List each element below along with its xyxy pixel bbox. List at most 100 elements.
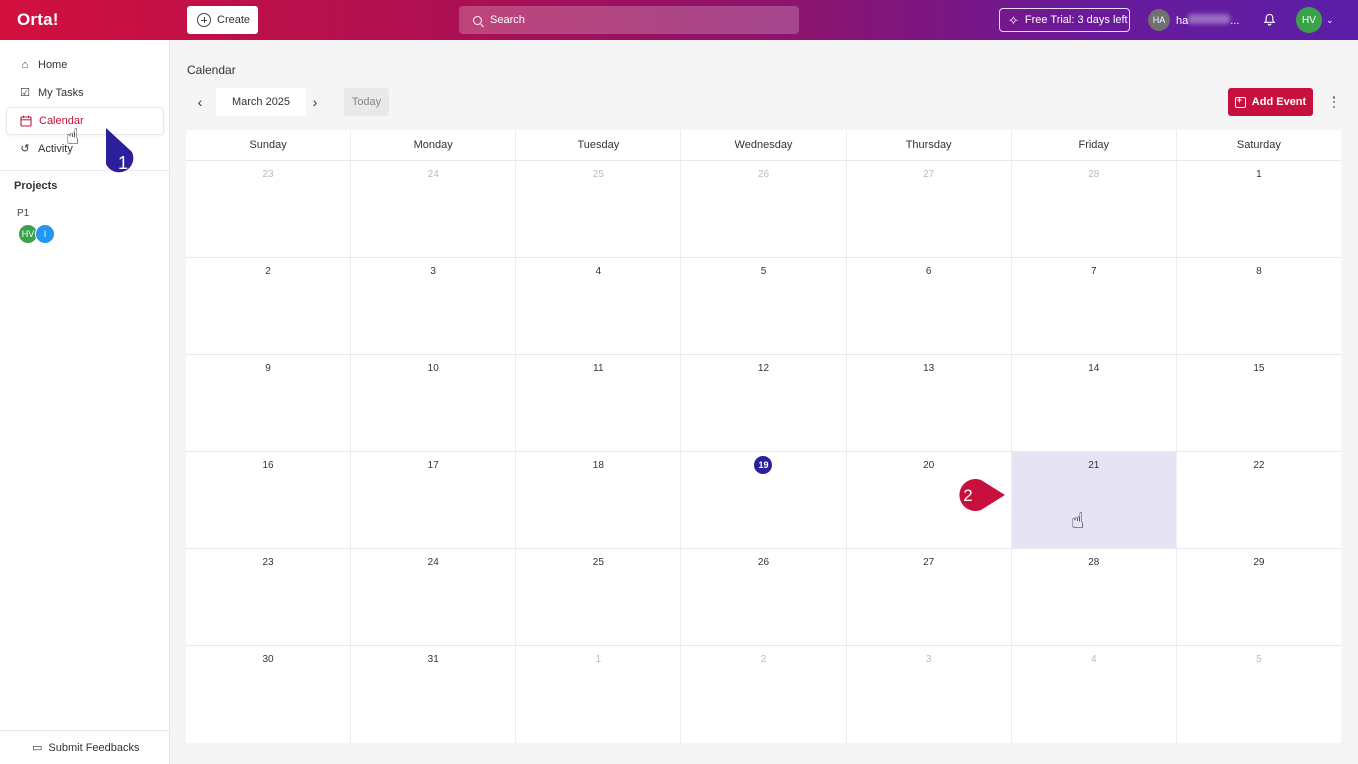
calendar-day-cell[interactable]: 17 — [351, 452, 517, 548]
calendar-day-cell[interactable]: 9 — [186, 355, 352, 451]
calendar-day-cell[interactable]: 28 — [1012, 161, 1177, 257]
today-button[interactable]: Today — [344, 88, 389, 116]
calendar-day-cell[interactable]: 24 — [351, 549, 517, 645]
day-number: 10 — [427, 363, 439, 374]
submit-feedback-button[interactable]: ▭ Submit Feedbacks — [0, 730, 169, 764]
calendar-day-cell[interactable]: 29 — [1177, 549, 1341, 645]
user-name: ha... — [1176, 13, 1240, 27]
day-number: 1 — [1256, 169, 1262, 180]
calendar-week: 30 31 1 2 3 4 5 — [186, 646, 1341, 743]
calendar-day-cell[interactable]: 13 — [847, 355, 1012, 451]
day-number: 11 — [593, 363, 604, 374]
page-title: Calendar — [187, 63, 236, 77]
calendar-day-cell[interactable]: 28 — [1012, 549, 1177, 645]
calendar-day-cell[interactable]: 2 — [186, 258, 352, 354]
month-label[interactable]: March 2025 — [216, 88, 306, 116]
calendar-day-cell[interactable]: 4 — [1012, 646, 1177, 743]
day-number: 23 — [262, 557, 274, 568]
weekday-friday: Friday — [1012, 130, 1177, 160]
calendar-day-cell[interactable]: 26 — [681, 161, 847, 257]
day-number: 6 — [925, 266, 932, 277]
day-number: 5 — [760, 266, 767, 277]
more-options-icon[interactable] — [1329, 94, 1339, 110]
day-number: 2 — [265, 266, 271, 277]
calendar-day-cell[interactable]: 27 — [847, 161, 1012, 257]
calendar-day-cell[interactable]: 15 — [1177, 355, 1341, 451]
day-number: 14 — [1088, 363, 1100, 374]
calendar-day-cell[interactable]: 3 — [351, 258, 517, 354]
day-number: 5 — [1256, 654, 1262, 665]
top-bar: Orta! Create Search ✧ Free Trial: 3 days… — [0, 0, 1358, 40]
calendar-day-cell[interactable]: 31 — [351, 646, 517, 743]
calendar-day-cell[interactable]: 4 — [516, 258, 682, 354]
calendar-week: 23 24 25 26 27 28 29 — [186, 549, 1341, 646]
day-number: 29 — [1253, 557, 1265, 568]
calendar-day-cell[interactable]: 12 — [681, 355, 847, 451]
profile-menu[interactable]: HV ⌄ — [1296, 7, 1334, 33]
calendar-day-cell[interactable]: 5 — [681, 258, 847, 354]
calendar-day-cell[interactable]: 14 — [1012, 355, 1177, 451]
calendar-day-cell[interactable]: 2 — [681, 646, 847, 743]
sidebar-item-my-tasks[interactable]: ☑ My Tasks — [6, 79, 164, 107]
calendar-day-cell[interactable]: 6 — [847, 258, 1012, 354]
calendar-day-cell[interactable]: 30 — [186, 646, 352, 743]
calendar-day-cell[interactable]: 16 — [186, 452, 352, 548]
day-number: 22 — [1253, 460, 1265, 471]
calendar-day-cell[interactable]: 26 — [681, 549, 847, 645]
hand-cursor-icon: ☝ — [66, 124, 80, 149]
previous-month-button[interactable]: ‹ — [192, 94, 208, 110]
day-number: 7 — [1090, 266, 1097, 277]
day-number: 25 — [592, 557, 604, 568]
day-number: 26 — [757, 169, 770, 180]
add-event-button[interactable]: Add Event — [1228, 88, 1313, 116]
calendar-plus-icon — [1234, 95, 1246, 108]
app-logo[interactable]: Orta! — [17, 10, 59, 30]
calendar-day-cell[interactable]: 25 — [516, 161, 682, 257]
calendar-day-cell[interactable]: 8 — [1177, 258, 1341, 354]
sidebar: ⌂ Home ☑ My Tasks Calendar ↺ Activity Pr… — [0, 40, 170, 764]
avatar: HV — [1296, 7, 1322, 33]
calendar-day-cell[interactable]: 22 — [1177, 452, 1341, 548]
weekday-tuesday: Tuesday — [516, 130, 682, 160]
day-number: 12 — [757, 363, 770, 374]
day-number: 8 — [1256, 266, 1262, 277]
day-number: 17 — [427, 460, 439, 471]
step-marker-2: 2 — [959, 479, 1005, 511]
calendar-day-cell[interactable]: 3 — [847, 646, 1012, 743]
day-number: 15 — [1253, 363, 1265, 374]
user-avatar-ha: HA — [1148, 9, 1170, 31]
calendar-day-cell[interactable]: 23 — [186, 161, 352, 257]
calendar-day-cell[interactable]: 18 — [516, 452, 682, 548]
home-icon: ⌂ — [21, 58, 29, 71]
search-input[interactable]: Search — [459, 6, 799, 34]
calendar-day-cell[interactable]: 10 — [351, 355, 517, 451]
sidebar-item-label: Home — [38, 59, 68, 71]
next-month-button[interactable]: › — [307, 94, 323, 110]
calendar-day-cell[interactable]: 23 — [186, 549, 352, 645]
calendar-day-cell[interactable]: 24 — [351, 161, 517, 257]
calendar-day-cell[interactable]: 1 — [1177, 161, 1341, 257]
sidebar-item-home[interactable]: ⌂ Home — [6, 51, 164, 79]
calendar-week: 2 3 4 5 6 7 8 — [186, 258, 1341, 355]
chevron-left-icon: ‹ — [197, 94, 203, 110]
calendar-day-cell[interactable]: 27 — [847, 549, 1012, 645]
day-number: 1 — [595, 654, 602, 665]
calendar-day-cell[interactable]: 11 — [516, 355, 682, 451]
plus-circle-icon — [197, 13, 211, 27]
calendar-day-cell[interactable]: 21 — [1011, 452, 1177, 548]
day-number: 25 — [592, 169, 604, 180]
calendar-day-cell[interactable]: 1 — [516, 646, 682, 743]
free-trial-button[interactable]: ✧ Free Trial: 3 days left — [999, 8, 1130, 32]
create-button[interactable]: Create — [187, 6, 258, 34]
calendar-weeks: 23 24 25 26 27 28 1 2 3 4 5 6 7 8 9 10 11 12 13 14 15 16 17 18 1… — [186, 161, 1341, 743]
calendar-day-cell[interactable]: 5 — [1177, 646, 1341, 743]
notification-bell-icon[interactable] — [1263, 13, 1276, 26]
project-item-p1[interactable]: P1 — [17, 208, 29, 219]
projects-heading: Projects — [14, 180, 58, 192]
calendar-day-cell[interactable]: 25 — [516, 549, 682, 645]
workspace-user-menu[interactable]: HA ha... — [1148, 8, 1239, 32]
calendar-day-cell[interactable]: 7 — [1012, 258, 1177, 354]
feedback-label: Submit Feedbacks — [48, 741, 140, 754]
day-number: 18 — [592, 460, 604, 471]
calendar-day-cell[interactable]: 19 — [681, 452, 847, 548]
